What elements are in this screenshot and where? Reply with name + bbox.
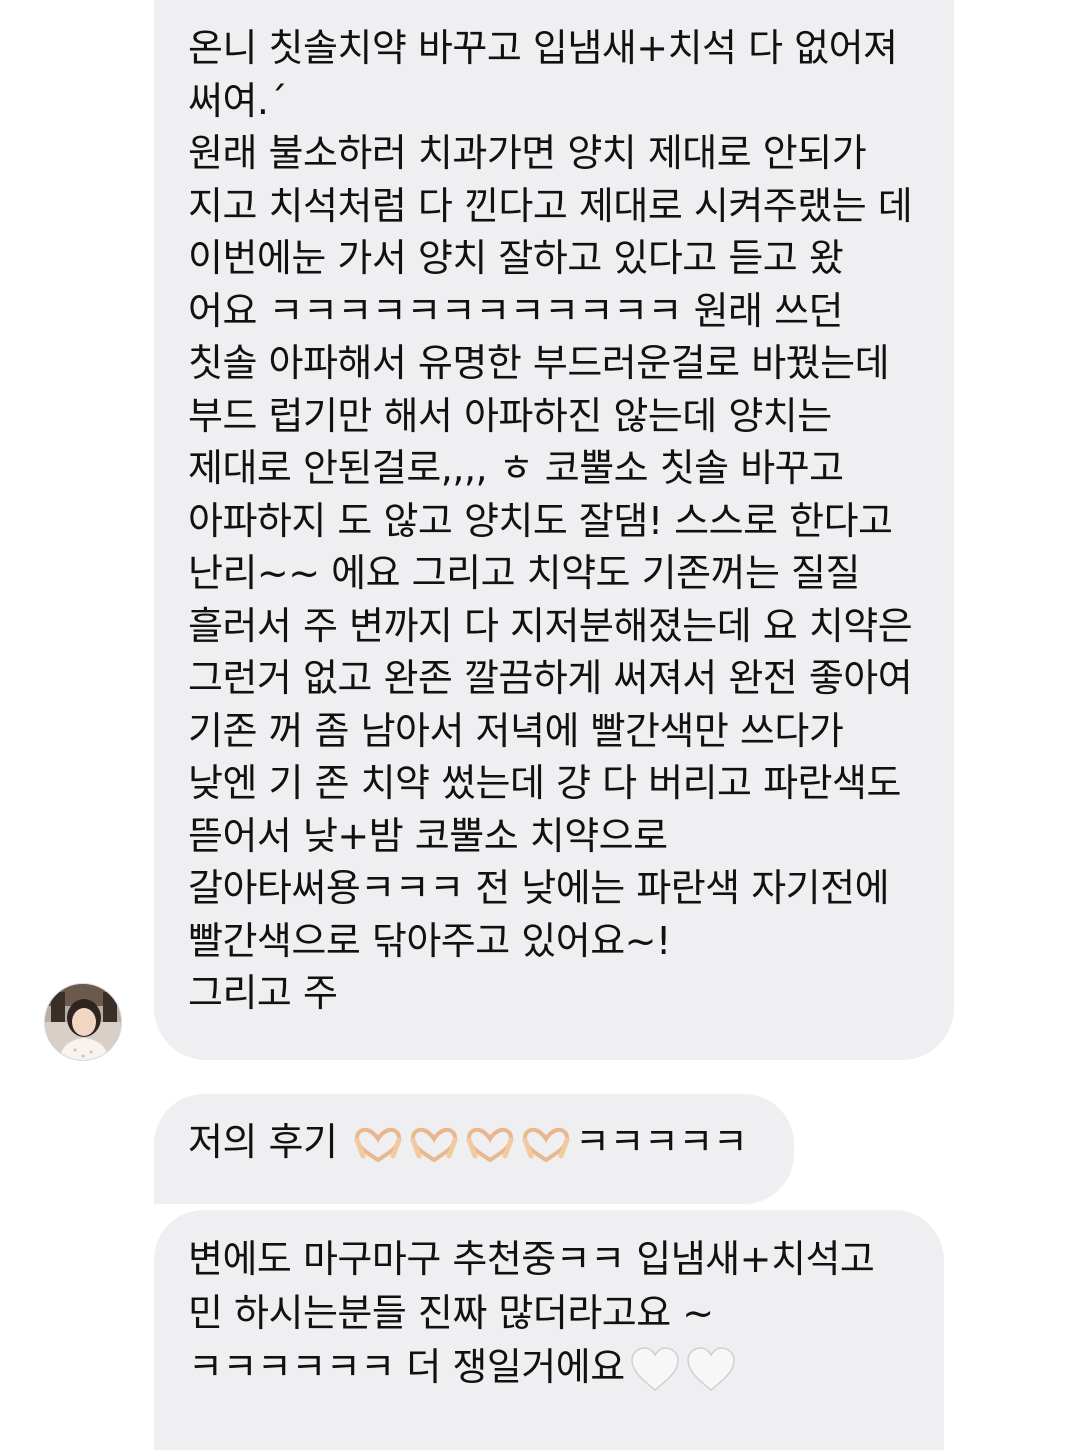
message-text: 저의 후기 ㅋㅋㅋㅋㅋ [188,1114,764,1170]
heart-hands-icon [466,1127,514,1162]
heart-hands-icon [354,1127,402,1162]
message-text-after: ㅋㅋㅋㅋㅋ [575,1120,748,1164]
message-bubble-3[interactable]: 변에도 마구마구 추천중ㅋㅋ 입냄새+치석고 민 하시는분들 진짜 많더라고요 … [154,1210,944,1450]
white-heart-icon [686,1346,735,1391]
message-bubble-1[interactable]: 온니 칫솔치약 바꾸고 입냄새+치석 다 없어져 써여.ˊ 원래 불소하러 치과… [154,0,954,1060]
message-bubble-2[interactable]: 저의 후기 ㅋㅋㅋㅋㅋ [154,1094,794,1204]
heart-hands-icon [522,1127,570,1162]
message-text-body: 변에도 마구마구 추천중ㅋㅋ 입냄새+치석고 민 하시는분들 진짜 많더라고요 … [188,1237,886,1389]
message-text: 온니 칫솔치약 바꾸고 입냄새+치석 다 없어져 써여.ˊ 원래 불소하러 치과… [188,26,913,1015]
message-text-before: 저의 후기 [188,1120,338,1164]
profile-avatar[interactable] [44,983,122,1061]
avatar-image [45,984,121,1060]
message-text: 변에도 마구마구 추천중ㅋㅋ 입냄새+치석고 민 하시는분들 진짜 많더라고요 … [188,1232,914,1394]
white-heart-icon [630,1346,679,1391]
heart-hands-icon [410,1127,458,1162]
emoji-row [353,1126,571,1164]
